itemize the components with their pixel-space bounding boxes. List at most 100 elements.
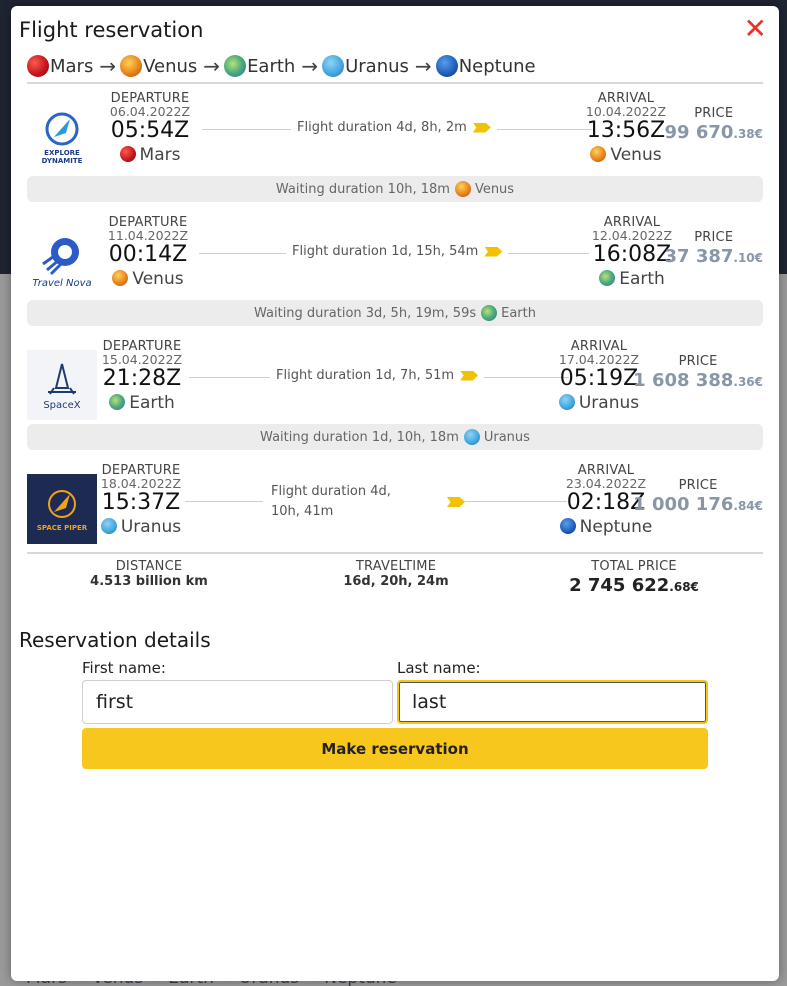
arrival-planet: Venus bbox=[581, 144, 671, 166]
departure-info: DEPARTURE 06.04.2022Z 05:54Z Mars bbox=[105, 92, 195, 166]
neptune-icon bbox=[435, 55, 458, 77]
departure-info: DEPARTURE 15.04.2022Z 21:28Z Earth bbox=[97, 340, 187, 414]
modal-title: Flight reservation bbox=[19, 18, 204, 42]
earth-icon bbox=[109, 394, 126, 410]
divider bbox=[27, 82, 763, 84]
uranus-icon bbox=[100, 518, 117, 534]
arrival-info: ARRIVAL 10.04.2022Z 13:56Z Venus bbox=[581, 92, 671, 166]
arrival-time: 13:56Z bbox=[586, 118, 666, 143]
close-icon[interactable]: ✕ bbox=[744, 15, 767, 43]
leg-price: PRICE 1 608 388.36€ bbox=[633, 355, 763, 395]
flight-duration: Flight duration 1d, 7h, 51m bbox=[270, 368, 485, 383]
waiting-duration: Waiting duration 3d, 5h, 19m, 59s Earth bbox=[27, 300, 763, 326]
total-price-value: 2 745 622.68€ bbox=[569, 575, 699, 596]
company-name: SPACE PIPER bbox=[36, 524, 88, 532]
leg-price: PRICE 99 670.38€ bbox=[665, 107, 764, 147]
arrival-planet: Earth bbox=[587, 268, 677, 290]
earth-icon bbox=[599, 270, 616, 286]
flight-duration: Flight duration 4d, 10h, 41m bbox=[263, 482, 463, 522]
departure-info: DEPARTURE 18.04.2022Z 15:37Z Uranus bbox=[96, 464, 186, 538]
total-price-summary: TOTAL PRICE 2 745 622.68€ bbox=[557, 560, 711, 600]
reservation-title: Reservation details bbox=[19, 628, 211, 652]
traveltime-summary: TRAVELTIME 16d, 20h, 24m bbox=[321, 560, 471, 591]
leg-price: PRICE 1 000 176.84€ bbox=[633, 479, 763, 519]
arrival-info: ARRIVAL 17.04.2022Z 05:19Z Uranus bbox=[554, 340, 644, 414]
flight-duration: Flight duration 1d, 15h, 54m bbox=[286, 244, 509, 259]
company-name: Travel Nova bbox=[32, 277, 92, 289]
price-label: PRICE bbox=[678, 478, 718, 493]
route-stop-label: Mars bbox=[50, 55, 94, 77]
arrow-right-icon: → bbox=[301, 54, 319, 78]
reservation-modal: Flight reservation ✕ Mars → Venus → Eart… bbox=[11, 6, 779, 981]
neptune-icon bbox=[559, 518, 576, 534]
travel-nova-logo: Travel Nova bbox=[27, 226, 97, 296]
rocket-icon bbox=[42, 237, 79, 275]
arrow-right-icon: → bbox=[203, 54, 221, 78]
price-label: PRICE bbox=[694, 230, 734, 245]
traveltime-value: 16d, 20h, 24m bbox=[343, 574, 449, 589]
price-label: PRICE bbox=[678, 354, 718, 369]
trip-summary: DISTANCE 4.513 billion km TRAVELTIME 16d… bbox=[27, 560, 763, 612]
arrival-info: ARRIVAL 12.04.2022Z 16:08Z Earth bbox=[587, 216, 677, 290]
spaceship-icon bbox=[460, 370, 479, 381]
departure-date: 15.04.2022Z bbox=[101, 352, 183, 367]
distance-summary: DISTANCE 4.513 billion km bbox=[67, 560, 231, 591]
route-stop-label: Uranus bbox=[345, 55, 409, 77]
venus-icon bbox=[454, 181, 471, 197]
price-value: 99 670.38€ bbox=[664, 122, 764, 143]
company-name: SpaceX bbox=[43, 399, 81, 411]
waiting-duration: Waiting duration 1d, 10h, 18m Uranus bbox=[27, 424, 763, 450]
mars-icon bbox=[119, 146, 136, 162]
departure-planet: Earth bbox=[97, 392, 187, 414]
departure-planet: Venus bbox=[103, 268, 193, 290]
first-name-input[interactable]: first bbox=[82, 680, 393, 724]
arrival-planet: Uranus bbox=[554, 392, 644, 414]
price-value: 1 000 176.84€ bbox=[633, 494, 763, 515]
waiting-duration: Waiting duration 10h, 18m Venus bbox=[27, 176, 763, 202]
arrival-time: 16:08Z bbox=[592, 242, 672, 267]
last-name-input[interactable]: last bbox=[397, 680, 708, 724]
spaceship-icon bbox=[472, 122, 491, 133]
arrival-time: 05:19Z bbox=[559, 366, 639, 391]
route-summary: Mars → Venus → Earth → Uranus → Neptune bbox=[27, 50, 536, 82]
rocket-icon bbox=[48, 490, 76, 518]
venus-icon bbox=[112, 270, 129, 286]
uranus-icon bbox=[322, 55, 345, 77]
departure-info: DEPARTURE 11.04.2022Z 00:14Z Venus bbox=[103, 216, 193, 290]
departure-date: 18.04.2022Z bbox=[100, 476, 182, 491]
uranus-icon bbox=[558, 394, 575, 410]
explore-dynamite-logo: EXPLORE DYNAMITE bbox=[27, 102, 97, 172]
spacex-logo: SpaceX bbox=[27, 350, 97, 420]
arrival-date: 10.04.2022Z bbox=[585, 104, 667, 119]
price-label: PRICE bbox=[694, 106, 734, 121]
venus-icon bbox=[120, 55, 143, 77]
uranus-icon bbox=[463, 429, 480, 445]
departure-time: 05:54Z bbox=[110, 118, 190, 143]
departure-planet: Uranus bbox=[96, 516, 186, 538]
departure-time: 00:14Z bbox=[108, 242, 188, 267]
last-name-label: Last name: bbox=[397, 659, 481, 677]
make-reservation-button[interactable]: Make reservation bbox=[82, 728, 708, 769]
route-stop-label: Earth bbox=[247, 55, 296, 77]
price-value: 37 387.10€ bbox=[664, 246, 764, 267]
company-name: EXPLORE DYNAMITE bbox=[41, 149, 83, 165]
space-piper-logo: SPACE PIPER bbox=[27, 474, 97, 544]
arrival-planet: Neptune bbox=[551, 516, 661, 538]
earth-icon bbox=[224, 55, 247, 77]
arrow-right-icon: → bbox=[99, 54, 117, 78]
price-value: 1 608 388.36€ bbox=[633, 370, 763, 391]
departure-time: 15:37Z bbox=[101, 490, 181, 515]
rocket-icon bbox=[48, 363, 76, 395]
distance-value: 4.513 billion km bbox=[90, 574, 208, 589]
arrow-right-icon: → bbox=[414, 54, 432, 78]
route-stop-label: Neptune bbox=[458, 55, 536, 77]
distance-label: DISTANCE bbox=[115, 559, 183, 574]
rocket-icon bbox=[45, 112, 79, 146]
departure-planet: Mars bbox=[105, 144, 195, 166]
venus-icon bbox=[590, 146, 607, 162]
departure-date: 06.04.2022Z bbox=[109, 104, 191, 119]
traveltime-label: TRAVELTIME bbox=[355, 559, 437, 574]
earth-icon bbox=[481, 305, 498, 321]
divider bbox=[27, 552, 763, 554]
departure-date: 11.04.2022Z bbox=[107, 228, 189, 243]
